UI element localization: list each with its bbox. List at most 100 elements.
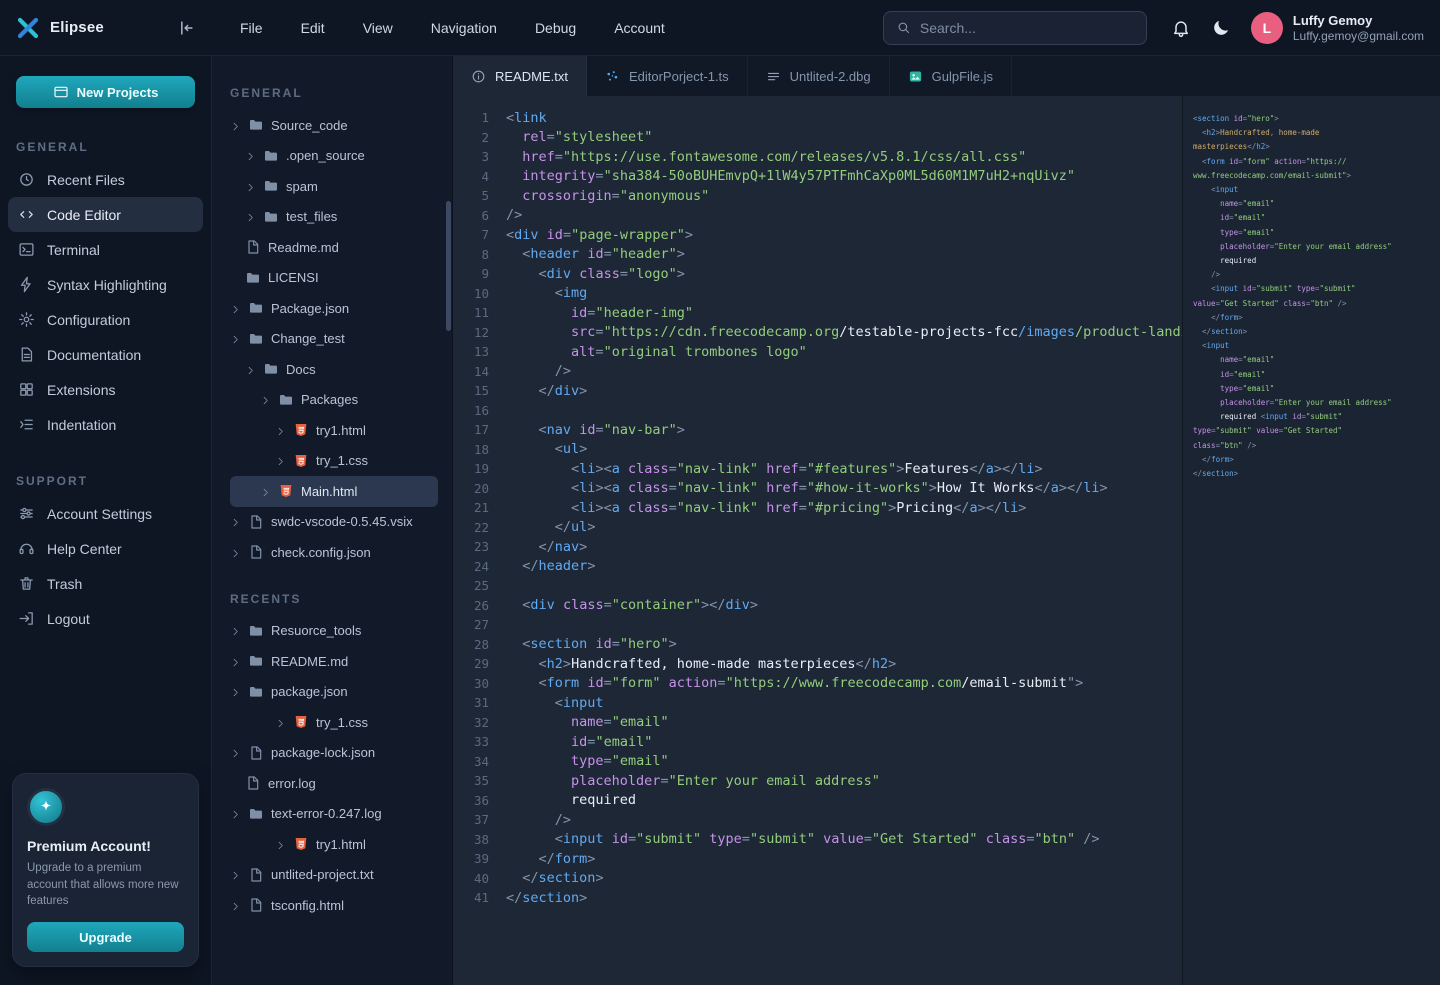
chevron-right-icon[interactable]	[260, 394, 271, 405]
avatar[interactable]: L	[1251, 12, 1283, 44]
bell-icon[interactable]	[1171, 18, 1191, 38]
code-line[interactable]: 41</section>	[453, 888, 1182, 908]
menu-view[interactable]: View	[363, 20, 393, 36]
chevron-right-icon[interactable]	[260, 486, 271, 497]
code-line[interactable]: 28 <section id="hero">	[453, 635, 1182, 655]
upgrade-button[interactable]: Upgrade	[27, 922, 184, 952]
sidebar-item-help-center[interactable]: Help Center	[8, 531, 203, 566]
explorer-item-readme-md[interactable]: Readme.md	[230, 232, 438, 263]
code-line[interactable]: 2 rel="stylesheet"	[453, 128, 1182, 148]
tab-gulpfile-js[interactable]: GulpFile.js	[890, 56, 1012, 96]
code-line[interactable]: 1<link	[453, 108, 1182, 128]
tab-editorporject-1-ts[interactable]: EditorPorject-1.ts	[587, 56, 748, 96]
sidebar-item-logout[interactable]: Logout	[8, 601, 203, 636]
tab-readme-txt[interactable]: README.txt	[453, 56, 587, 96]
chevron-right-icon[interactable]	[275, 839, 286, 850]
chevron-right-icon[interactable]	[245, 181, 256, 192]
chevron-right-icon[interactable]	[230, 625, 241, 636]
chevron-right-icon[interactable]	[230, 808, 241, 819]
menu-edit[interactable]: Edit	[301, 20, 325, 36]
code-line[interactable]: 39 </form>	[453, 849, 1182, 869]
code-line[interactable]: 29 <h2>Handcrafted, home-made masterpiec…	[453, 654, 1182, 674]
sidebar-item-documentation[interactable]: Documentation	[8, 337, 203, 372]
user-profile[interactable]: L Luffy Gemoy Luffy.gemoy@gmail.com	[1251, 12, 1424, 44]
explorer-item-main-html[interactable]: Main.html	[230, 476, 438, 507]
explorer-item-source-code[interactable]: Source_code	[230, 110, 438, 141]
sidebar-item-extensions[interactable]: Extensions	[8, 372, 203, 407]
explorer-item-open-source[interactable]: .open_source	[230, 141, 438, 172]
chevron-right-icon[interactable]	[230, 333, 241, 344]
chevron-right-icon[interactable]	[275, 425, 286, 436]
sidebar-item-recent-files[interactable]: Recent Files	[8, 162, 203, 197]
chevron-right-icon[interactable]	[275, 717, 286, 728]
menu-file[interactable]: File	[240, 20, 263, 36]
code-line[interactable]: 25	[453, 576, 1182, 596]
search-input[interactable]	[920, 20, 1134, 36]
code-line[interactable]: 18 <ul>	[453, 440, 1182, 460]
menu-account[interactable]: Account	[614, 20, 665, 36]
code-line[interactable]: 33 id="email"	[453, 732, 1182, 752]
explorer-scrollbar[interactable]	[446, 201, 451, 331]
new-projects-button[interactable]: New Projects	[16, 76, 195, 108]
code-line[interactable]: 10 <img	[453, 284, 1182, 304]
sidebar-item-indentation[interactable]: Indentation	[8, 407, 203, 442]
code-line[interactable]: 14 />	[453, 362, 1182, 382]
code-line[interactable]: 7<div id="page-wrapper">	[453, 225, 1182, 245]
sidebar-item-account-settings[interactable]: Account Settings	[8, 496, 203, 531]
sidebar-item-syntax-highlighting[interactable]: Syntax Highlighting	[8, 267, 203, 302]
code-line[interactable]: 12 src="https://cdn.freecodecamp.org/tes…	[453, 323, 1182, 343]
sidebar-item-terminal[interactable]: Terminal	[8, 232, 203, 267]
chevron-right-icon[interactable]	[230, 120, 241, 131]
minimap[interactable]: <section id="hero"> <h2>Handcrafted, hom…	[1182, 96, 1440, 985]
menu-debug[interactable]: Debug	[535, 20, 576, 36]
code-line[interactable]: 38 <input id="submit" type="submit" valu…	[453, 830, 1182, 850]
code-line[interactable]: 16	[453, 401, 1182, 421]
explorer-item-docs[interactable]: Docs	[230, 354, 438, 385]
code-line[interactable]: 11 id="header-img"	[453, 303, 1182, 323]
explorer-item-tsconfig-html[interactable]: tsconfig.html	[230, 890, 438, 921]
code-line[interactable]: 13 alt="original trombones logo"	[453, 342, 1182, 362]
explorer-item-swdc-vscode-0-5-45-vsix[interactable]: swdc-vscode-0.5.45.vsix	[230, 507, 438, 538]
explorer-item-package-json[interactable]: package.json	[230, 677, 438, 708]
sidebar-item-configuration[interactable]: Configuration	[8, 302, 203, 337]
chevron-right-icon[interactable]	[230, 869, 241, 880]
explorer-item-try-1-css[interactable]: try_1.css	[230, 446, 438, 477]
code-line[interactable]: 27	[453, 615, 1182, 635]
explorer-item-untlited-project-txt[interactable]: untlited-project.txt	[230, 860, 438, 891]
explorer-item-resuorce-tools[interactable]: Resuorce_tools	[230, 616, 438, 647]
chevron-right-icon[interactable]	[245, 150, 256, 161]
explorer-item-try1-html[interactable]: try1.html	[230, 415, 438, 446]
sidebar-item-code-editor[interactable]: Code Editor	[8, 197, 203, 232]
explorer-item-test-files[interactable]: test_files	[230, 202, 438, 233]
chevron-right-icon[interactable]	[230, 747, 241, 758]
code-line[interactable]: 3 href="https://use.fontawesome.com/rele…	[453, 147, 1182, 167]
explorer-item-change-test[interactable]: Change_test	[230, 324, 438, 355]
code-line[interactable]: 20 <li><a class="nav-link" href="#how-it…	[453, 479, 1182, 499]
explorer-item-text-error-0-247-log[interactable]: text-error-0.247.log	[230, 799, 438, 830]
code-line[interactable]: 24 </header>	[453, 557, 1182, 577]
code-line[interactable]: 30 <form id="form" action="https://www.f…	[453, 674, 1182, 694]
code-line[interactable]: 34 type="email"	[453, 752, 1182, 772]
code-line[interactable]: 21 <li><a class="nav-link" href="#pricin…	[453, 498, 1182, 518]
chevron-right-icon[interactable]	[245, 211, 256, 222]
code-line[interactable]: 23 </nav>	[453, 537, 1182, 557]
code-line[interactable]: 37 />	[453, 810, 1182, 830]
moon-icon[interactable]	[1211, 18, 1231, 38]
code-line[interactable]: 4 integrity="sha384-50oBUHEmvpQ+1lW4y57P…	[453, 167, 1182, 187]
code-line[interactable]: 35 placeholder="Enter your email address…	[453, 771, 1182, 791]
code-line[interactable]: 8 <header id="header">	[453, 245, 1182, 265]
code-line[interactable]: 17 <nav id="nav-bar">	[453, 420, 1182, 440]
code-editor[interactable]: 1<link2 rel="stylesheet"3 href="https://…	[453, 96, 1182, 985]
chevron-right-icon[interactable]	[230, 900, 241, 911]
search-box[interactable]	[883, 11, 1147, 45]
explorer-item-error-log[interactable]: error.log	[230, 768, 438, 799]
code-line[interactable]: 5 crossorigin="anonymous"	[453, 186, 1182, 206]
explorer-item-try-1-css[interactable]: try_1.css	[230, 707, 438, 738]
chevron-right-icon[interactable]	[230, 547, 241, 558]
code-line[interactable]: 6/>	[453, 206, 1182, 226]
chevron-right-icon[interactable]	[230, 686, 241, 697]
tab-untlited-2-dbg[interactable]: Untlited-2.dbg	[748, 56, 890, 96]
chevron-right-icon[interactable]	[230, 516, 241, 527]
code-line[interactable]: 40 </section>	[453, 869, 1182, 889]
code-line[interactable]: 36 required	[453, 791, 1182, 811]
